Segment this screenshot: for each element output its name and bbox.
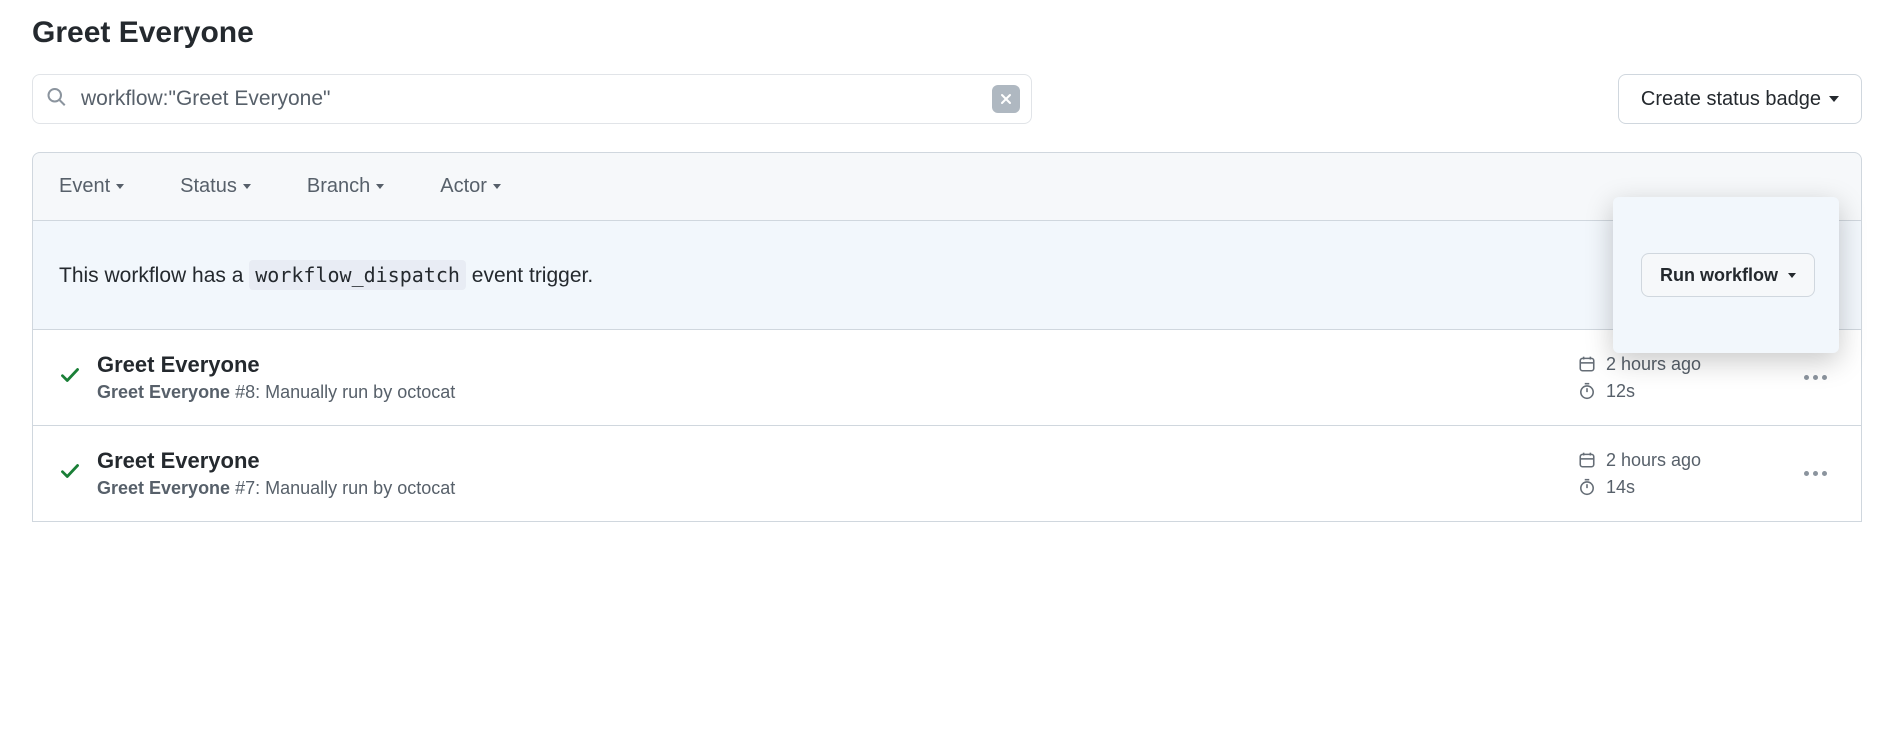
dispatch-suffix: event trigger.	[466, 264, 593, 287]
workflow-run-row[interactable]: Greet Everyone Greet Everyone #8: Manual…	[32, 330, 1862, 426]
caret-down-icon	[376, 184, 384, 189]
run-trigger: : Manually run by	[255, 382, 397, 402]
filter-status[interactable]: Status	[180, 175, 251, 198]
badge-button-label: Create status badge	[1641, 88, 1821, 111]
caret-down-icon	[1829, 96, 1839, 102]
caret-down-icon	[1788, 273, 1796, 278]
top-toolbar: Create status badge	[32, 74, 1862, 124]
run-workflow-button[interactable]: Run workflow	[1641, 253, 1815, 297]
run-time: 2 hours ago	[1578, 450, 1748, 471]
run-duration-text: 14s	[1606, 477, 1635, 498]
run-subtitle: Greet Everyone #7: Manually run by octoc…	[97, 478, 1578, 499]
run-workflow-label: Run workflow	[1660, 265, 1778, 286]
run-number: #7	[235, 478, 255, 498]
stopwatch-icon	[1578, 382, 1596, 400]
page-title: Greet Everyone	[32, 16, 1862, 50]
clear-search-button[interactable]	[992, 85, 1020, 113]
run-duration: 12s	[1578, 381, 1748, 402]
run-time-text: 2 hours ago	[1606, 450, 1701, 471]
create-status-badge-button[interactable]: Create status badge	[1618, 74, 1862, 124]
check-icon	[59, 460, 91, 487]
run-duration-text: 12s	[1606, 381, 1635, 402]
filter-branch-label: Branch	[307, 175, 370, 198]
run-actions-menu[interactable]	[1796, 367, 1835, 388]
calendar-icon	[1578, 451, 1596, 469]
run-workflow-highlight: Run workflow	[1613, 197, 1839, 353]
run-actor[interactable]: octocat	[397, 478, 455, 498]
run-subtitle: Greet Everyone #8: Manually run by octoc…	[97, 382, 1578, 403]
run-time: 2 hours ago	[1578, 354, 1748, 375]
search-input[interactable]	[32, 74, 1032, 124]
calendar-icon	[1578, 355, 1596, 373]
run-actions-menu[interactable]	[1796, 463, 1835, 484]
run-workflow-name: Greet Everyone	[97, 478, 230, 498]
filter-actor-label: Actor	[440, 175, 487, 198]
search-icon	[46, 87, 66, 112]
filter-bar: Event Status Branch Actor	[32, 152, 1862, 221]
close-icon	[999, 92, 1013, 106]
run-time-text: 2 hours ago	[1606, 354, 1701, 375]
filter-branch[interactable]: Branch	[307, 175, 384, 198]
caret-down-icon	[243, 184, 251, 189]
run-duration: 14s	[1578, 477, 1748, 498]
dispatch-bar: This workflow has a workflow_dispatch ev…	[32, 221, 1862, 330]
run-trigger: : Manually run by	[255, 478, 397, 498]
workflow-run-row[interactable]: Greet Everyone Greet Everyone #7: Manual…	[32, 426, 1862, 522]
run-title[interactable]: Greet Everyone	[97, 448, 1578, 474]
filter-actor[interactable]: Actor	[440, 175, 501, 198]
run-actor[interactable]: octocat	[397, 382, 455, 402]
run-workflow-name: Greet Everyone	[97, 382, 230, 402]
search-wrap	[32, 74, 1032, 124]
run-meta: 2 hours ago 14s	[1578, 450, 1748, 498]
dispatch-prefix: This workflow has a	[59, 264, 249, 287]
run-main: Greet Everyone Greet Everyone #7: Manual…	[97, 448, 1578, 499]
dispatch-text: This workflow has a workflow_dispatch ev…	[59, 263, 593, 288]
filter-status-label: Status	[180, 175, 237, 198]
filter-event[interactable]: Event	[59, 175, 124, 198]
caret-down-icon	[493, 184, 501, 189]
run-title[interactable]: Greet Everyone	[97, 352, 1578, 378]
run-main: Greet Everyone Greet Everyone #8: Manual…	[97, 352, 1578, 403]
run-number: #8	[235, 382, 255, 402]
run-meta: 2 hours ago 12s	[1578, 354, 1748, 402]
check-icon	[59, 364, 91, 391]
filter-event-label: Event	[59, 175, 110, 198]
stopwatch-icon	[1578, 478, 1596, 496]
dispatch-code: workflow_dispatch	[249, 260, 466, 290]
caret-down-icon	[116, 184, 124, 189]
